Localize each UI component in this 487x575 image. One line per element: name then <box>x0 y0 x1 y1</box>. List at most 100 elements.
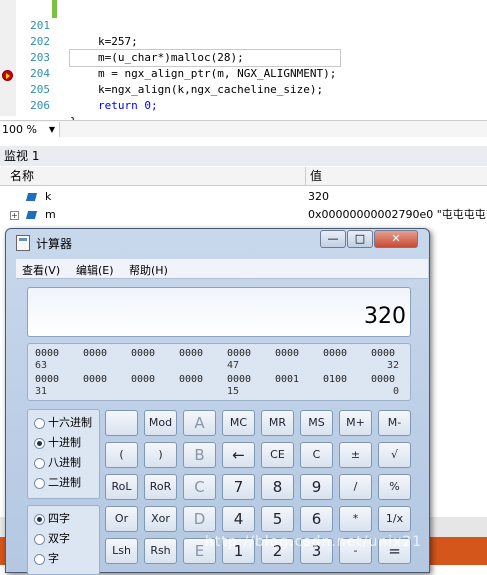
watermark-text: http://blog.csdn.net/unix21 <box>205 534 423 550</box>
window-title: 计算器 <box>36 237 73 251</box>
open-paren-button[interactable]: ( <box>105 442 138 468</box>
negate-button[interactable]: ± <box>339 442 372 468</box>
column-header-name[interactable]: 名称 <box>10 167 34 186</box>
variable-icon <box>25 193 38 201</box>
bit-group[interactable]: 0000 <box>275 348 299 359</box>
mod-button[interactable]: Mod <box>144 410 177 436</box>
blank-button <box>105 410 138 436</box>
display-value: 320 <box>364 304 406 329</box>
radio-word[interactable]: 字 <box>34 550 59 568</box>
watch-value[interactable]: 0x00000000002790e0 "屯屯屯屯屯" <box>308 206 487 224</box>
bit-group[interactable]: 0000 <box>179 348 203 359</box>
code-line-205[interactable]: 205 return 0; <box>0 66 487 112</box>
digit-5-button[interactable]: 5 <box>261 506 294 532</box>
bit-group[interactable]: 0000 <box>35 348 59 359</box>
radio-dword[interactable]: 双字 <box>34 530 70 548</box>
line-number: 203 <box>30 51 50 64</box>
reciprocal-button[interactable]: 1/x <box>378 506 411 532</box>
zoom-value: 100 % <box>2 123 37 136</box>
minimize-button[interactable]: — <box>320 230 346 248</box>
code-text: return 0; <box>98 99 158 112</box>
bit-group[interactable]: 0000 <box>227 348 251 359</box>
divide-button[interactable]: / <box>339 474 372 500</box>
digit-7-button[interactable]: 7 <box>222 474 255 500</box>
code-line-203[interactable]: 203 m = ngx_align_ptr(m, NGX_ALIGNMENT); <box>0 34 487 80</box>
or-button[interactable]: Or <box>105 506 138 532</box>
rsh-button[interactable]: Rsh <box>144 538 177 564</box>
bit-index: 47 <box>227 360 240 371</box>
mr-button[interactable]: MR <box>261 410 294 436</box>
bit-panel: 0000 0000 0000 0000 0000 0000 0000 0000 … <box>27 343 411 401</box>
bit-index: 32 <box>387 360 400 371</box>
calculator-titlebar[interactable]: 计算器 — □ ✕ <box>6 229 429 257</box>
menu-view[interactable]: 查看(V) <box>22 262 60 278</box>
digit-9-button[interactable]: 9 <box>300 474 333 500</box>
bit-index: 31 <box>35 386 48 397</box>
zoom-select[interactable]: 100 % ▼ <box>0 122 60 137</box>
digit-8-button[interactable]: 8 <box>261 474 294 500</box>
bit-group[interactable]: 0000 <box>35 374 59 385</box>
hex-b-button[interactable]: B <box>183 442 216 468</box>
rol-button[interactable]: RoL <box>105 474 138 500</box>
variable-icon <box>25 211 38 219</box>
digit-6-button[interactable]: 6 <box>300 506 333 532</box>
multiply-button[interactable]: * <box>339 506 372 532</box>
maximize-button[interactable]: □ <box>347 230 373 248</box>
code-line-201[interactable]: 201 k=257; <box>0 2 487 48</box>
radio-oct[interactable]: 八进制 <box>34 454 81 472</box>
bit-group[interactable]: 0000 <box>83 374 107 385</box>
watch-row[interactable]: k 320 <box>0 188 487 206</box>
bit-group[interactable]: 0000 <box>371 348 395 359</box>
hex-d-button[interactable]: D <box>183 506 216 532</box>
ror-button[interactable]: RoR <box>144 474 177 500</box>
xor-button[interactable]: Xor <box>144 506 177 532</box>
expand-icon[interactable]: + <box>10 211 19 220</box>
radio-hex[interactable]: 十六进制 <box>34 414 92 432</box>
bit-group[interactable]: 0001 <box>275 374 299 385</box>
column-header-value[interactable]: 值 <box>305 167 487 186</box>
radio-dec[interactable]: 十进制 <box>34 434 81 452</box>
m-minus-button[interactable]: M- <box>378 410 411 436</box>
lsh-button[interactable]: Lsh <box>105 538 138 564</box>
ms-button[interactable]: MS <box>300 410 333 436</box>
calculator-display: 320 <box>27 287 411 337</box>
bit-group[interactable]: 0000 <box>227 374 251 385</box>
radio-bin[interactable]: 二进制 <box>34 474 81 492</box>
bit-group[interactable]: 0000 <box>83 348 107 359</box>
code-line-204[interactable]: 204 k=ngx_align(k,ngx_cacheline_size); <box>30 49 341 96</box>
code-line-202[interactable]: 202 m=(u_char*)malloc(28); <box>0 18 487 64</box>
bit-group[interactable]: 0100 <box>323 374 347 385</box>
bit-group[interactable]: 0000 <box>179 374 203 385</box>
bit-group[interactable]: 0000 <box>371 374 395 385</box>
radio-qword[interactable]: 四字 <box>34 510 70 528</box>
calculator-window[interactable]: 计算器 — □ ✕ 查看(V) 编辑(E) 帮助(H) 320 0000 000… <box>5 228 430 575</box>
watch-header: 名称 值 <box>0 167 487 186</box>
digit-4-button[interactable]: 4 <box>222 506 255 532</box>
bit-index: 15 <box>227 386 240 397</box>
bit-group[interactable]: 0000 <box>131 374 155 385</box>
watch-name: k <box>45 190 52 203</box>
hex-c-button[interactable]: C <box>183 474 216 500</box>
backspace-button[interactable]: ← <box>222 442 255 468</box>
bit-group[interactable]: 0000 <box>323 348 347 359</box>
close-paren-button[interactable]: ) <box>144 442 177 468</box>
menu-help[interactable]: 帮助(H) <box>129 262 168 278</box>
zoom-bar: 100 % ▼ <box>0 120 487 137</box>
m-plus-button[interactable]: M+ <box>339 410 372 436</box>
mc-button[interactable]: MC <box>222 410 255 436</box>
hex-a-button[interactable]: A <box>183 410 216 436</box>
close-button[interactable]: ✕ <box>374 230 418 248</box>
clear-entry-button[interactable]: CE <box>261 442 294 468</box>
clear-button[interactable]: C <box>300 442 333 468</box>
sqrt-button[interactable]: √ <box>378 442 411 468</box>
watch-panel-title[interactable]: 监视 1 <box>0 146 487 166</box>
code-line-206[interactable]: 206 } <box>0 82 487 128</box>
percent-button[interactable]: % <box>378 474 411 500</box>
watch-row[interactable]: + m 0x00000000002790e0 "屯屯屯屯屯" <box>0 206 487 224</box>
line-number: 206 <box>30 99 50 112</box>
menu-edit[interactable]: 编辑(E) <box>76 262 114 278</box>
bit-group[interactable]: 0000 <box>131 348 155 359</box>
watch-value[interactable]: 320 <box>308 188 487 206</box>
watch-name: m <box>45 208 56 221</box>
code-editor[interactable]: 201 k=257; 202 m=(u_char*)malloc(28); 20… <box>0 0 487 128</box>
